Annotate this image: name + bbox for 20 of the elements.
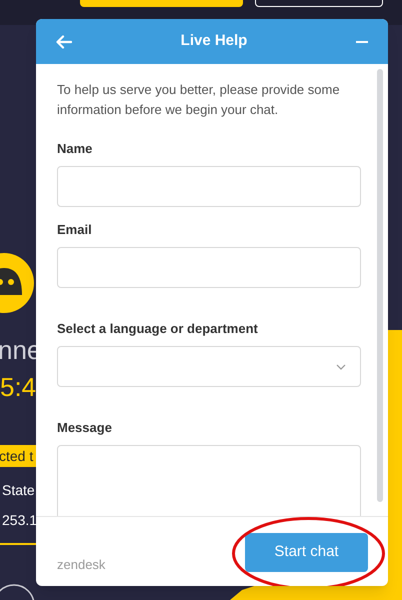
location-text: State — [2, 481, 35, 500]
circle-button-icon[interactable] — [0, 583, 36, 600]
window-title: Live Help — [180, 31, 248, 52]
ghost-logo-icon — [0, 250, 36, 316]
minimize-icon[interactable] — [356, 40, 368, 44]
start-chat-button[interactable]: Start chat — [245, 533, 368, 572]
select-field[interactable] — [57, 346, 361, 387]
field-label: Name — [57, 140, 94, 158]
scrollbar[interactable] — [377, 69, 383, 502]
field-label: Message — [57, 419, 113, 437]
input-field[interactable] — [57, 166, 361, 207]
timer-text: 5:4 — [0, 371, 36, 404]
back-arrow-icon[interactable] — [56, 34, 72, 48]
address-text: 253.1 — [2, 511, 38, 530]
field-label: Select a language or department — [57, 320, 259, 338]
brand-text: zendesk — [57, 556, 106, 574]
intro-text: To help us serve you better, please provide some information before we begin your chat. — [57, 81, 341, 119]
field-label: Email — [57, 221, 93, 239]
input-field[interactable] — [57, 247, 361, 288]
chevron-down-icon — [336, 364, 346, 370]
